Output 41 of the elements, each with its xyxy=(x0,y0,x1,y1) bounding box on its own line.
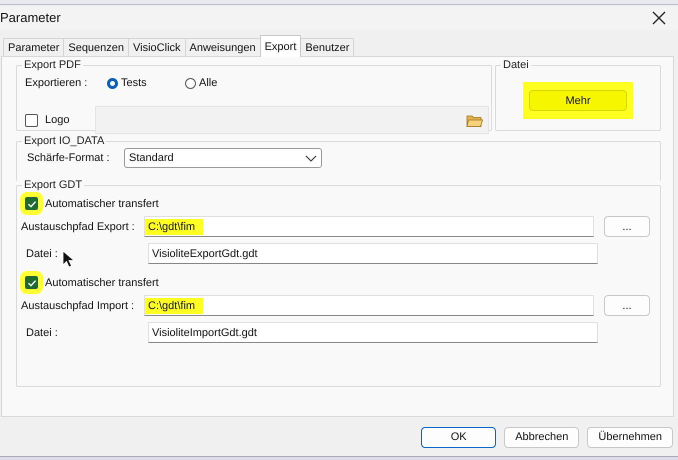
group-title: Datei xyxy=(502,59,530,72)
input-field[interactable] xyxy=(95,106,489,134)
chevron-down-icon xyxy=(305,154,317,162)
more-button[interactable]: Mehr xyxy=(529,90,627,112)
input-field[interactable]: VisioliteImportGdt.gdt xyxy=(148,322,598,344)
checkbox-label: Automatischer transfert xyxy=(45,276,159,289)
radio-label: Tests xyxy=(121,77,147,90)
group-title: Export PDF xyxy=(23,59,82,72)
input-field[interactable]: C:\gdt\fim xyxy=(144,295,594,316)
tab[interactable]: Anweisungen xyxy=(184,38,261,56)
window-title: Parameter xyxy=(0,10,61,26)
checkbox-label: Logo xyxy=(45,114,70,126)
radio-button[interactable] xyxy=(107,78,118,89)
dialog-button[interactable]: OK xyxy=(421,426,496,448)
field-label: Datei : xyxy=(26,326,59,339)
field-label: Austauschpfad Import : xyxy=(21,300,134,312)
checkbox-label: Automatischer transfert xyxy=(45,198,159,210)
checkbox[interactable] xyxy=(25,114,38,127)
field-label: Schärfe-Format : xyxy=(27,152,111,164)
group-title: Export IO_DATA xyxy=(23,135,106,148)
field-label: Exportieren : xyxy=(25,77,88,90)
dialog-button[interactable]: Abbrechen xyxy=(504,426,580,448)
folder-icon xyxy=(466,112,484,128)
checkmark-icon xyxy=(26,278,36,288)
group-title: Export GDT xyxy=(23,179,84,192)
tab[interactable]: Benutzer xyxy=(300,38,354,56)
browse-button[interactable]: ... xyxy=(604,216,650,238)
tab[interactable]: Export xyxy=(260,35,302,58)
input-field[interactable]: VisioliteExportGdt.gdt xyxy=(148,243,598,264)
field-label: Austauschpfad Export : xyxy=(21,220,134,233)
dropdown[interactable]: Standard xyxy=(124,148,322,168)
field-label: Datei : xyxy=(26,248,138,260)
radio-label: Alle xyxy=(199,77,218,90)
tab[interactable]: Parameter xyxy=(3,38,64,56)
browse-button[interactable]: ... xyxy=(604,295,650,316)
dialog-button[interactable]: Übernehmen xyxy=(587,426,673,448)
checkmark-icon xyxy=(26,198,36,209)
radio-button[interactable] xyxy=(185,78,196,89)
tab[interactable]: Sequenzen xyxy=(63,38,130,56)
close-icon xyxy=(652,10,666,25)
input-field[interactable]: C:\gdt\fim xyxy=(144,216,594,238)
